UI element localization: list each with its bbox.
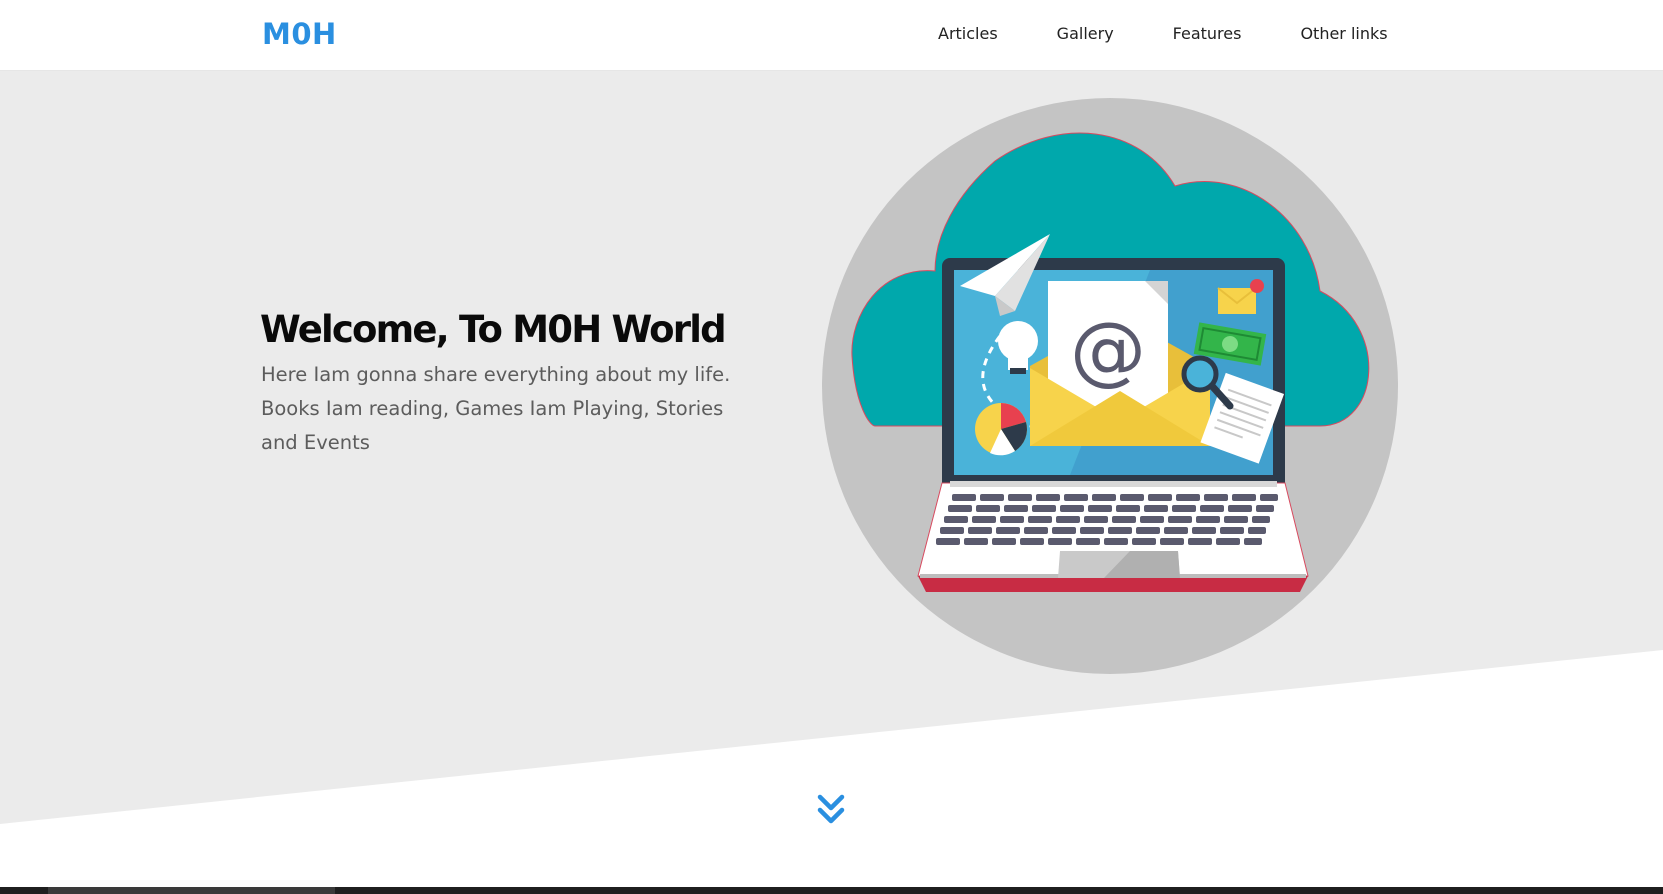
nav-link-features[interactable]: Features xyxy=(1173,24,1242,43)
svg-text:@: @ xyxy=(1070,305,1146,394)
main-nav: Articles Gallery Features Other links xyxy=(938,24,1388,43)
hero-description: Here Iam gonna share everything about my… xyxy=(261,363,731,454)
double-chevron-down-icon xyxy=(817,794,845,824)
site-header: M0H Articles Gallery Features Other link… xyxy=(0,0,1663,71)
site-logo[interactable]: M0H xyxy=(262,17,337,51)
nav-link-other-links[interactable]: Other links xyxy=(1300,24,1387,43)
nav-link-gallery[interactable]: Gallery xyxy=(1057,24,1114,43)
laptop-email-cloud-illustration: @ xyxy=(822,98,1398,674)
bottom-bar-segment xyxy=(48,887,335,894)
hero-title: Welcome, To M0H World xyxy=(260,308,727,351)
nav-link-articles[interactable]: Articles xyxy=(938,24,998,43)
hero-section: Welcome, To M0H World Here Iam gonna sha… xyxy=(0,71,1663,851)
bottom-bar xyxy=(0,887,1663,894)
scroll-down-button[interactable] xyxy=(815,793,847,827)
